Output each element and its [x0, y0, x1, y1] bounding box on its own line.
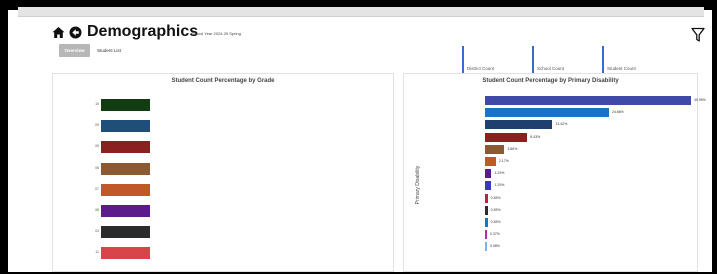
- disability-bar[interactable]: [485, 193, 488, 203]
- disability-bar-value: 13.42%: [555, 122, 568, 127]
- grade-bar-category: 06: [95, 165, 99, 170]
- kpi-district-count: District Count: [462, 46, 522, 74]
- disability-bar-value: 0.08%: [490, 244, 500, 249]
- kpi-label: School Count: [537, 66, 565, 71]
- kpi-school-count: School Count: [532, 46, 592, 74]
- grade-chart-title: Student Count Percentage by Grade: [171, 78, 275, 84]
- kpi-label: District Count: [467, 66, 495, 71]
- kpi-divider: [532, 46, 534, 74]
- kpi-label: Student Count: [607, 66, 636, 71]
- disability-bar-value: 8.43%: [530, 134, 541, 139]
- disability-bar-value: 3.86%: [507, 146, 518, 151]
- kpi-divider: [602, 46, 604, 74]
- tab-student-list[interactable]: Student List: [93, 44, 125, 57]
- disability-bar[interactable]: [485, 96, 691, 105]
- disability-bar[interactable]: [485, 205, 488, 215]
- grade-bar-category: 05: [95, 144, 99, 149]
- disability-bar[interactable]: [485, 108, 609, 118]
- disability-bar-value: 40.99%: [694, 98, 706, 102]
- disability-bar-value: 24.66%: [611, 110, 624, 115]
- back-arrow-icon[interactable]: [69, 26, 82, 39]
- disability-chart-panel: Student Count Percentage by Primary Disa…: [403, 73, 706, 272]
- disability-bar-value: 2.17%: [498, 159, 509, 163]
- grade-bar-category: 09: [95, 123, 99, 128]
- kpi-divider: [462, 46, 464, 74]
- disability-bar-value: 0.53%: [490, 207, 501, 212]
- page-title: Demographics: [87, 23, 199, 40]
- grade-bar[interactable]: [101, 120, 150, 133]
- grade-bar[interactable]: [101, 141, 150, 154]
- disability-bar-value: 0.37%: [490, 232, 500, 237]
- disability-bar[interactable]: [485, 181, 492, 191]
- tab-overview[interactable]: Overview: [59, 44, 90, 57]
- disability-chart-title: Student Count Percentage by Primary Disa…: [482, 78, 619, 84]
- grade-bar-category: 04: [95, 229, 99, 234]
- disability-bar[interactable]: [485, 132, 528, 142]
- grade-chart-panel: Student Count Percentage by Grade 10 09 05…: [52, 73, 394, 272]
- disability-bar-value: 1.29%: [494, 171, 505, 176]
- grade-bar[interactable]: [101, 226, 150, 239]
- grade-bar[interactable]: [101, 205, 150, 217]
- grade-bar-category: 08: [95, 208, 99, 212]
- grade-bar[interactable]: [101, 183, 150, 196]
- filter-icon[interactable]: [691, 27, 705, 43]
- top-toolbar: [18, 7, 704, 17]
- grade-bar-category: 10: [95, 102, 99, 106]
- disability-bar[interactable]: [485, 169, 492, 179]
- disability-y-axis-label: Primary Disability: [415, 165, 421, 205]
- grade-bar-category: 11: [95, 250, 99, 255]
- disability-bar[interactable]: [485, 157, 496, 166]
- home-icon[interactable]: [52, 26, 65, 39]
- disability-bar-value: 0.53%: [490, 220, 501, 224]
- disability-bar-value: 0.53%: [490, 195, 501, 200]
- grade-bar[interactable]: [101, 99, 150, 111]
- disability-bar[interactable]: [485, 242, 487, 252]
- disability-bar-value: 1.29%: [494, 183, 505, 188]
- kpi-student-count: Student Count: [602, 46, 662, 74]
- disability-bar[interactable]: [485, 218, 488, 227]
- school-year-label: School Year 2024-25 Spring: [191, 31, 241, 36]
- grade-bar[interactable]: [101, 247, 150, 260]
- disability-bar[interactable]: [485, 144, 505, 154]
- disability-bar[interactable]: [485, 230, 487, 240]
- grade-bar[interactable]: [101, 162, 150, 175]
- grade-bar-category: 07: [95, 186, 99, 191]
- disability-bar[interactable]: [485, 120, 553, 130]
